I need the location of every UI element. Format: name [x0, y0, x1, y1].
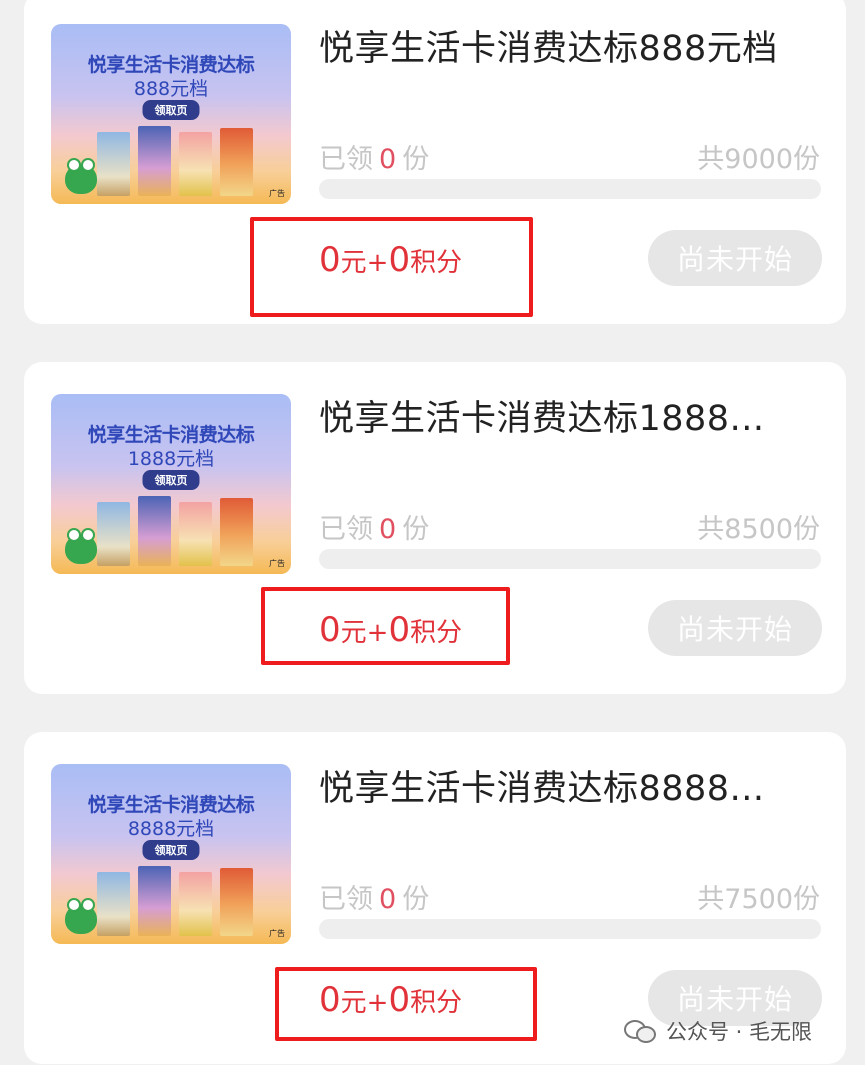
- mini-card-image: [179, 502, 212, 566]
- progress-bar: [319, 549, 821, 569]
- claimed-prefix: 已领: [319, 144, 373, 175]
- thumbnail-title: 悦享生活卡消费达标: [87, 424, 255, 446]
- mini-card-image: [179, 132, 212, 196]
- thumbnail-tag: 领取页: [142, 100, 200, 120]
- claimed-count: 已领 0 份: [319, 877, 429, 916]
- progress-bar: [319, 919, 821, 939]
- claimed-number: 0: [379, 514, 397, 545]
- mini-card-image: [97, 132, 130, 196]
- card-title: 悦享生活卡消费达标1888...: [319, 399, 765, 439]
- thumbnail-tier: 1888元档: [127, 448, 215, 470]
- card-title: 悦享生活卡消费达标888元档: [319, 29, 778, 69]
- mini-card-image: [220, 498, 253, 566]
- claimed-number: 0: [379, 144, 397, 175]
- thumbnail-tag: 领取页: [142, 470, 200, 490]
- claimed-suffix: 份: [402, 144, 430, 175]
- ad-label: 广告: [269, 189, 285, 198]
- claimed-number: 0: [379, 884, 397, 915]
- price-highlight-box: [261, 587, 510, 665]
- total-stock: 共8500份: [697, 514, 820, 545]
- claimed-count: 已领 0 份: [319, 507, 429, 546]
- mini-card-image: [138, 126, 171, 196]
- mini-card-image: [138, 866, 171, 936]
- claimed-prefix: 已领: [319, 514, 373, 545]
- thumbnail-title: 悦享生活卡消费达标: [87, 54, 255, 76]
- mini-card-image: [179, 872, 212, 936]
- ad-label: 广告: [269, 929, 285, 938]
- not-started-button[interactable]: 尚未开始: [648, 600, 822, 656]
- ad-label: 广告: [269, 559, 285, 568]
- card-thumbnail: 悦享生活卡消费达标 8888元档 领取页 广告: [51, 764, 291, 944]
- mini-card-image: [97, 502, 130, 566]
- frog-mascot-icon: [65, 528, 97, 564]
- claimed-prefix: 已领: [319, 884, 373, 915]
- wechat-icon: [624, 1018, 658, 1044]
- total-stock: 共7500份: [697, 884, 820, 915]
- claimed-count: 已领 0 份: [319, 137, 429, 176]
- thumbnail-tier: 8888元档: [127, 818, 215, 840]
- claimed-suffix: 份: [402, 514, 430, 545]
- card-title: 悦享生活卡消费达标8888...: [319, 769, 765, 809]
- claimed-suffix: 份: [402, 884, 430, 915]
- watermark: 公众号 · 毛无限: [624, 1016, 812, 1046]
- card-thumbnail: 悦享生活卡消费达标 888元档 领取页 广告: [51, 24, 291, 204]
- price-highlight-box: [275, 967, 537, 1041]
- mini-card-image: [138, 496, 171, 566]
- mini-card-image: [220, 128, 253, 196]
- thumbnail-tier: 888元档: [133, 78, 209, 100]
- mini-card-image: [220, 868, 253, 936]
- card-thumbnail: 悦享生活卡消费达标 1888元档 领取页 广告: [51, 394, 291, 574]
- thumbnail-tag: 领取页: [142, 840, 200, 860]
- watermark-text: 公众号 · 毛无限: [666, 1020, 813, 1044]
- frog-mascot-icon: [65, 158, 97, 194]
- total-stock: 共9000份: [697, 144, 820, 175]
- frog-mascot-icon: [65, 898, 97, 934]
- not-started-button[interactable]: 尚未开始: [648, 230, 822, 286]
- thumbnail-title: 悦享生活卡消费达标: [87, 794, 255, 816]
- progress-bar: [319, 179, 821, 199]
- mini-card-image: [97, 872, 130, 936]
- price-highlight-box: [250, 217, 533, 317]
